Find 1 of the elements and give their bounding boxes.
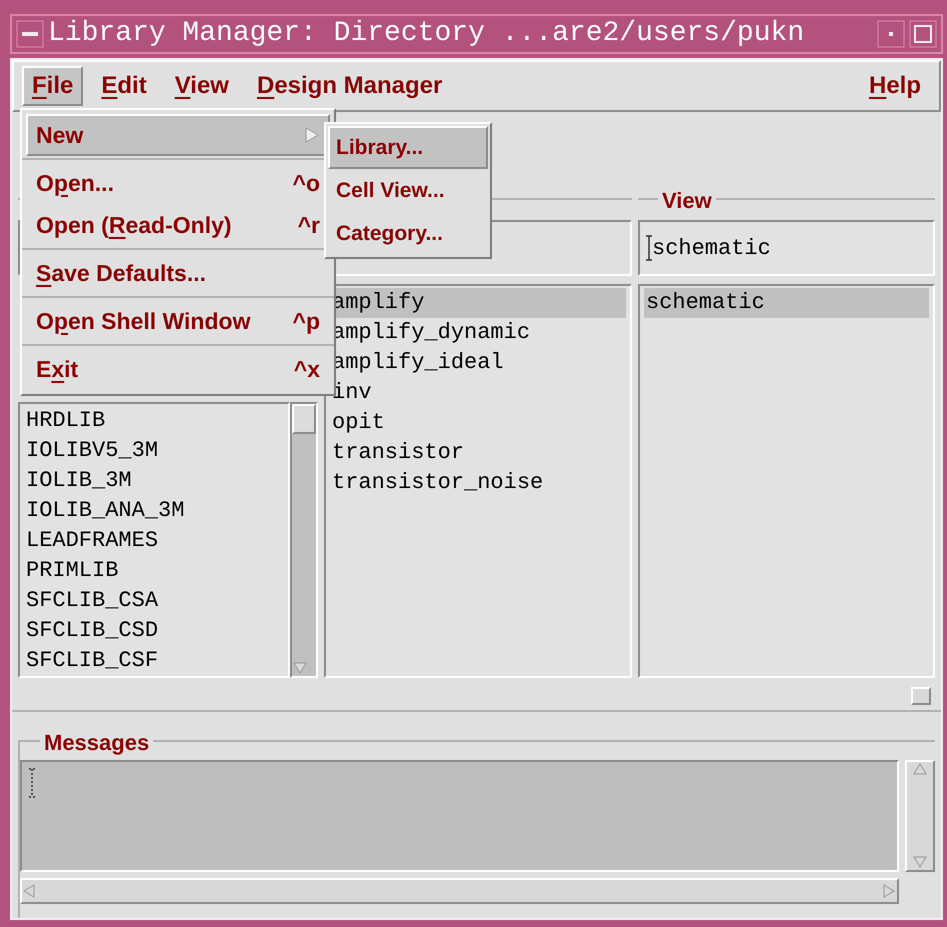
- window-title: Library Manager: Directory ...are2/users/pukn: [48, 17, 806, 51]
